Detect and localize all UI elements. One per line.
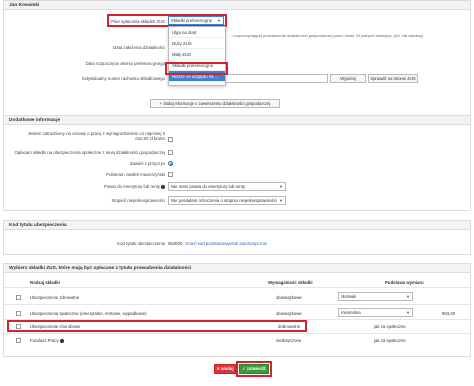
plan-option[interactable]: Ulga na start <box>169 27 225 38</box>
date-pref-label: Data rozpoczęcia okresu preferencyjnego <box>85 61 165 66</box>
header-type: Rodzaj składki <box>30 280 60 285</box>
plan-option[interactable]: Duży ZUS <box>169 38 225 49</box>
disability-select[interactable]: Nie posiadam orzeczenia o stopniu niepeł… <box>168 196 286 205</box>
contrib-status: obowiązkowe <box>276 311 302 316</box>
contrib-status: obowiązkowe <box>276 295 302 300</box>
row-checkbox[interactable] <box>16 338 21 343</box>
save-highlight <box>236 361 272 377</box>
panel-title: Kod tytułu ubezpieczenia <box>4 221 470 230</box>
account-label: Indywidualny numer rachunku składkowego <box>81 76 165 81</box>
contrib-base-text: jak za społeczne <box>374 338 406 343</box>
row-checkbox[interactable] <box>16 295 21 300</box>
contrib-status: niedotyczone <box>276 338 302 343</box>
panel-title: Dodatkowe informacje <box>4 116 470 125</box>
table-row-divider <box>4 304 470 305</box>
auto-code-link[interactable]: ustal automatycznie <box>229 241 267 246</box>
contrib-amount: 903,00 <box>442 311 456 316</box>
q-employment-checkbox[interactable] <box>168 137 173 142</box>
contrib-name: Fundusz Pracy <box>30 338 64 343</box>
q-suspend-label: Zawieś z przyczyn <box>129 161 165 166</box>
add-suspension-button[interactable]: + dodaj informacje o zawieszeniu działal… <box>150 99 280 108</box>
header-base: Podstawa wymiaru <box>385 280 424 285</box>
q-maternity-checkbox[interactable] <box>168 172 173 177</box>
table-row-divider <box>4 333 470 334</box>
date-start-label: Data założenia działalności <box>113 45 165 50</box>
q-other-business-checkbox[interactable] <box>168 150 173 155</box>
q-other-business-label: Opłacam składki na ubezpieczenia społecz… <box>14 150 165 155</box>
q-suspend-radio[interactable] <box>168 161 173 166</box>
disability-label: Stopień niepełnosprawności <box>111 198 165 203</box>
contrib-base-text: jak za społeczne <box>374 324 406 329</box>
plan-side-note: ...rozpoczynającej prowadzenie działalno… <box>230 33 424 38</box>
chevron-down-icon: ▼ <box>279 184 283 189</box>
code-panel: Kod tytułu ubezpieczenia <box>3 220 471 255</box>
cancel-button[interactable]: ✕ anuluj <box>214 364 236 374</box>
code-value: 054000 <box>168 241 183 246</box>
q-maternity-label: Pobieram zasiłek macierzyński <box>106 172 165 177</box>
panel-title: Jan Kowalski <box>4 1 470 10</box>
chevron-down-icon: ▼ <box>279 198 283 203</box>
option-highlight <box>165 62 228 75</box>
contrib-name: Ubezpieczenie zdrowotne <box>30 295 80 300</box>
contrib-name: Ubezpieczenia społeczne (emerytalne, ren… <box>30 311 147 316</box>
header-status: Wymagalność składki <box>268 280 313 285</box>
q-employment-label: Jestem zatrudniony na umowę o pracę z wy… <box>27 131 165 141</box>
wyjasnij-button[interactable]: Wyjaśnij <box>330 74 366 83</box>
chevron-down-icon: ▼ <box>406 294 410 299</box>
pension-label: Prawo do emerytury lub renty <box>40 184 165 189</box>
row-highlight <box>7 320 307 332</box>
info-icon <box>161 184 165 189</box>
sprawdz-button[interactable]: Sprawdź na stronie ZUS <box>368 74 418 83</box>
code-row-label: Kod tytułu ubezpieczenia <box>117 241 165 246</box>
chevron-down-icon: ▼ <box>406 310 410 315</box>
info-icon <box>59 338 64 343</box>
row-checkbox[interactable] <box>16 311 21 316</box>
pension-select[interactable]: Nie mam prawa do emerytury lub renty ▼ <box>168 182 286 191</box>
plan-dropdown: Ulga na start Duży ZUS Mały ZUS Składki … <box>168 26 226 86</box>
panel-title: Wybierz składki ZUS, które mają być opła… <box>4 264 470 273</box>
change-code-link[interactable]: zmień kod podstawowy <box>185 241 229 246</box>
plan-option[interactable]: Mały ZUS <box>169 49 225 60</box>
contrib-base-select[interactable]: minimalna ▼ <box>338 308 413 317</box>
contrib-base-select[interactable]: złotówki ▼ <box>338 292 413 301</box>
table-divider <box>4 287 470 288</box>
